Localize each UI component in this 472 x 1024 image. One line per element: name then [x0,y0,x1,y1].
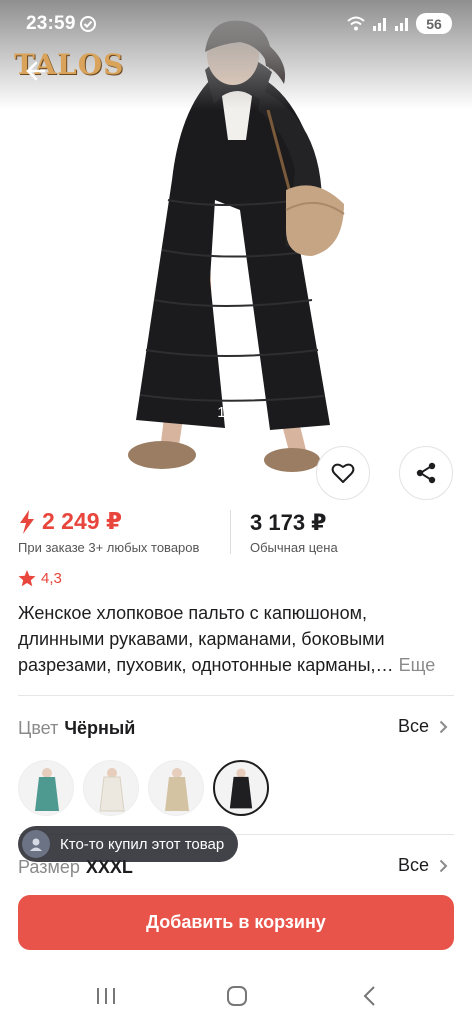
battery-level: 56 [426,15,442,32]
star-icon [18,570,36,587]
swatch-white[interactable] [83,760,139,816]
price-divider [230,510,231,554]
color-all-label: Все [397,716,429,736]
current-price: 2 249 ₽ [18,508,122,535]
user-icon [30,838,42,851]
coat-thumbnail [165,768,189,811]
share-button[interactable] [399,446,453,500]
status-icons: 56 [346,13,452,34]
buyer-avatar [22,830,50,858]
status-time: 23:59 [26,13,76,34]
recent-apps-icon[interactable] [91,984,121,1008]
color-swatches [18,760,269,816]
image-counter: 16/16 [217,404,255,421]
signal-icon-2 [395,17,408,31]
rating[interactable]: 4,3 [18,570,62,587]
rating-value: 4,3 [41,570,62,587]
chevron-right-icon [439,859,448,872]
add-to-cart-button[interactable]: Добавить в корзину [18,895,454,950]
wifi-icon [347,16,365,30]
regular-price: 3 173 ₽ [250,510,327,535]
color-label: Цвет [18,717,59,738]
purchase-toast: Кто-то купил этот товар [18,826,239,862]
chevron-right-icon [439,720,448,733]
coat-thumbnail [99,768,125,812]
color-all-link[interactable]: Все [398,716,448,737]
system-nav-bar [0,968,472,1024]
swatch-black[interactable] [213,760,269,816]
swatch-khaki[interactable] [148,760,204,816]
color-option-row[interactable]: Цвет Чёрный Все [18,715,454,741]
color-value: Чёрный [64,717,136,738]
toast-text: Кто-то купил этот товар [60,835,225,853]
current-price-value: 2 249 ₽ [42,508,122,534]
coat-thumbnail [35,768,59,811]
heart-icon [331,463,355,483]
sync-check-icon [80,16,96,32]
price-section: 2 249 ₽ При заказе 3+ любых товаров 3 17… [18,508,458,558]
size-all-link[interactable]: Все [398,855,448,876]
back-nav-icon[interactable] [355,984,385,1008]
product-title-text: Женское хлопковое пальто с капюшоном, дл… [18,603,394,675]
back-arrow-icon[interactable] [18,56,48,86]
favorite-button[interactable] [316,446,370,500]
size-all-label: Все [397,855,429,875]
coat-thumbnail [229,768,253,809]
battery-indicator: 56 [416,13,452,34]
signal-icon [373,17,386,31]
lightning-icon [20,509,34,534]
divider [18,695,454,696]
swatch-teal-green[interactable] [18,760,74,816]
current-price-note: При заказе 3+ любых товаров [18,540,200,555]
more-link[interactable]: Еще [399,655,436,675]
status-bar: 23:59 56 [0,0,472,48]
share-icon [416,462,436,484]
home-icon[interactable] [222,984,252,1008]
regular-price-note: Обычная цена [250,540,338,555]
product-title[interactable]: Женское хлопковое пальто с капюшоном, дл… [18,600,454,678]
